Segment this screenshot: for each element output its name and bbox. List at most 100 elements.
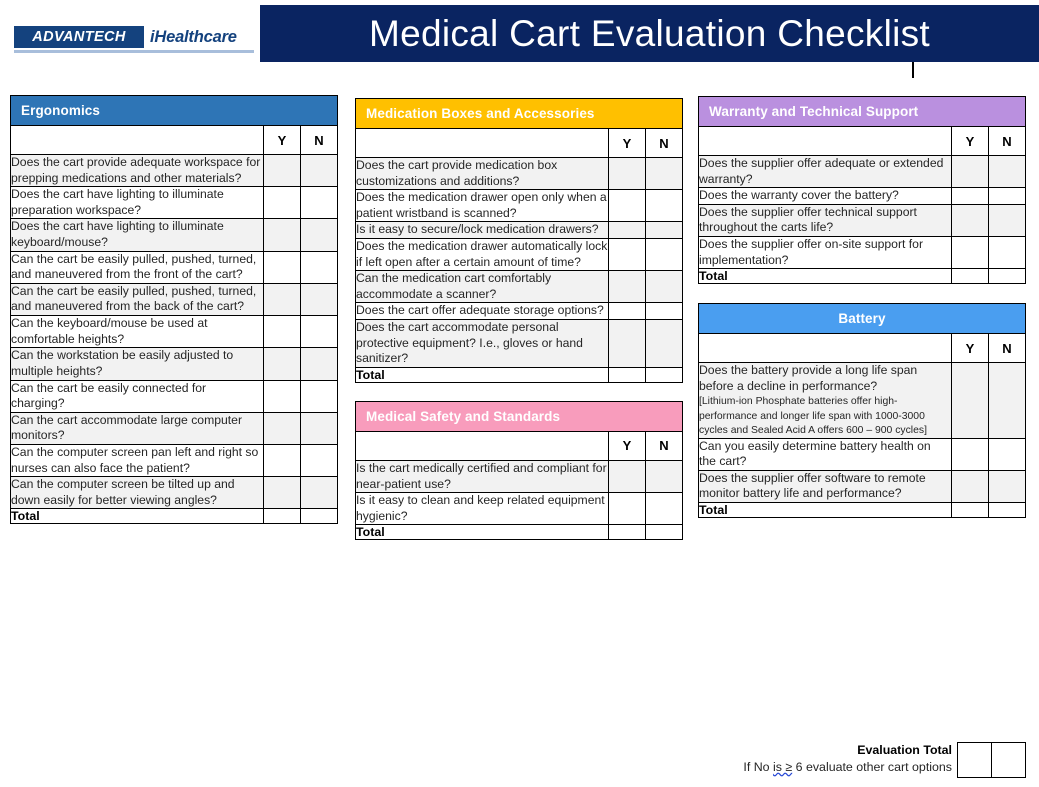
question-text: Is it easy to secure/lock medication dra…: [356, 222, 599, 237]
total-value-yes[interactable]: [263, 508, 301, 525]
answer-checkbox-yes[interactable]: [263, 282, 301, 317]
total-value-yes[interactable]: [608, 524, 646, 541]
answer-checkbox-yes[interactable]: [608, 492, 646, 526]
answer-checkbox-yes[interactable]: [608, 319, 646, 368]
answer-checkbox-no[interactable]: [645, 156, 683, 191]
answer-checkbox-yes[interactable]: [263, 379, 301, 413]
question-text: Does the cart provide medication box cus…: [356, 158, 558, 188]
total-value-no[interactable]: [988, 502, 1026, 519]
evaluation-total-no-box[interactable]: [992, 742, 1026, 778]
evaluation-total-text: Evaluation Total If No is ≥ 6 evaluate o…: [692, 742, 952, 775]
total-value-yes[interactable]: [951, 268, 989, 285]
total-label: Total: [698, 502, 952, 519]
question-cell: Can the keyboard/mouse be used at comfor…: [10, 315, 264, 349]
answer-checkbox-no[interactable]: [988, 154, 1026, 189]
question-cell: Does the supplier offer technical suppor…: [698, 203, 952, 238]
answer-checkbox-yes[interactable]: [951, 362, 989, 439]
answer-checkbox-yes[interactable]: [263, 250, 301, 284]
checklist-section-medical-safety: Medical Safety and Standards Y N Is the car…: [355, 400, 683, 541]
evaluation-total: Evaluation Total If No is ≥ 6 evaluate o…: [698, 742, 1028, 782]
total-value-no[interactable]: [988, 268, 1026, 285]
question-text: Does the supplier offer adequate or exte…: [699, 156, 944, 186]
answer-checkbox-yes[interactable]: [263, 218, 301, 252]
column-header-no: N: [988, 126, 1026, 156]
evaluation-total-yes-box[interactable]: [957, 742, 992, 778]
answer-checkbox-no[interactable]: [645, 270, 683, 304]
answer-checkbox-yes[interactable]: [608, 189, 646, 223]
question-text: Can the cart accommodate large computer …: [11, 412, 242, 443]
table-row: Does the supplier offer adequate or exte…: [698, 154, 1026, 189]
answer-checkbox-yes[interactable]: [608, 302, 646, 321]
total-value-yes[interactable]: [951, 502, 989, 519]
table-row: Can the keyboard/mouse be used at comfor…: [10, 315, 338, 349]
answer-checkbox-no[interactable]: [988, 469, 1026, 504]
answer-checkbox-no[interactable]: [300, 411, 338, 445]
answer-checkbox-no[interactable]: [645, 302, 683, 321]
answer-checkbox-yes[interactable]: [263, 411, 301, 445]
answer-checkbox-no[interactable]: [988, 362, 1026, 439]
answer-checkbox-no[interactable]: [645, 238, 683, 272]
checklist-table-medical-safety: Y N Is the cart medically certified and co…: [355, 430, 683, 541]
answer-checkbox-no[interactable]: [300, 282, 338, 317]
question-text: Can the workstation be easily adjusted t…: [11, 348, 234, 378]
answer-checkbox-no[interactable]: [645, 492, 683, 526]
answer-checkbox-no[interactable]: [988, 236, 1026, 270]
note-prefix: If No: [743, 759, 773, 774]
answer-checkbox-yes[interactable]: [608, 459, 646, 494]
answer-checkbox-yes[interactable]: [263, 153, 301, 188]
total-value-yes[interactable]: [608, 366, 646, 383]
answer-checkbox-no[interactable]: [988, 437, 1026, 471]
answer-checkbox-no[interactable]: [300, 250, 338, 284]
answer-checkbox-yes[interactable]: [263, 315, 301, 349]
answer-checkbox-no[interactable]: [645, 319, 683, 368]
question-cell: Can the workstation be easily adjusted t…: [10, 347, 264, 381]
total-value-no[interactable]: [645, 366, 683, 383]
answer-checkbox-no[interactable]: [300, 379, 338, 413]
answer-checkbox-yes[interactable]: [951, 187, 989, 205]
table-row: Does the battery provide a long life spa…: [698, 362, 1026, 439]
answer-checkbox-no[interactable]: [645, 221, 683, 240]
table-head-row: YN: [698, 333, 1026, 364]
answer-checkbox-yes[interactable]: [263, 347, 301, 381]
answer-checkbox-yes[interactable]: [951, 236, 989, 270]
table-row: Can the cart be easily pulled, pushed, t…: [10, 282, 338, 317]
answer-checkbox-yes[interactable]: [951, 154, 989, 189]
question-text: Can the cart be easily pulled, pushed, t…: [11, 283, 257, 314]
question-cell: Does the supplier offer adequate or exte…: [698, 154, 952, 189]
answer-checkbox-yes[interactable]: [608, 238, 646, 272]
answer-checkbox-yes[interactable]: [951, 203, 989, 238]
answer-checkbox-no[interactable]: [988, 187, 1026, 205]
answer-checkbox-no[interactable]: [300, 476, 338, 510]
answer-checkbox-yes[interactable]: [608, 270, 646, 304]
table-total-row: Total: [698, 502, 1026, 519]
table-head-row: YN: [355, 430, 683, 461]
checklist-table-battery: Y N Does the battery provide a long life s…: [698, 333, 1026, 519]
answer-checkbox-yes[interactable]: [608, 221, 646, 240]
answer-checkbox-yes[interactable]: [951, 469, 989, 504]
question-text: Is it easy to clean and keep related equ…: [356, 493, 605, 523]
answer-checkbox-no[interactable]: [300, 153, 338, 188]
column-header-yes: Y: [608, 430, 646, 461]
answer-checkbox-no[interactable]: [300, 218, 338, 252]
question-text: Does the warranty cover the battery?: [699, 188, 899, 203]
answer-checkbox-yes[interactable]: [263, 186, 301, 220]
answer-checkbox-yes[interactable]: [951, 437, 989, 471]
answer-checkbox-no[interactable]: [300, 186, 338, 220]
section-header-ergonomics: Ergonomics: [10, 95, 338, 125]
answer-checkbox-no[interactable]: [988, 203, 1026, 238]
answer-checkbox-yes[interactable]: [263, 443, 301, 478]
total-value-no[interactable]: [300, 508, 338, 525]
answer-checkbox-yes[interactable]: [608, 156, 646, 191]
answer-checkbox-no[interactable]: [300, 315, 338, 349]
evaluation-total-boxes: [957, 742, 1026, 778]
question-text: Does the supplier offer on-site support …: [699, 237, 924, 267]
answer-checkbox-no[interactable]: [300, 443, 338, 478]
answer-checkbox-no[interactable]: [645, 459, 683, 494]
total-value-no[interactable]: [645, 524, 683, 541]
question-cell: Does the medication drawer open only whe…: [355, 189, 609, 223]
column-header-yes: Y: [608, 128, 646, 158]
section-header-warranty-support: Warranty and Technical Support: [698, 96, 1026, 126]
answer-checkbox-yes[interactable]: [263, 476, 301, 510]
answer-checkbox-no[interactable]: [300, 347, 338, 381]
answer-checkbox-no[interactable]: [645, 189, 683, 223]
